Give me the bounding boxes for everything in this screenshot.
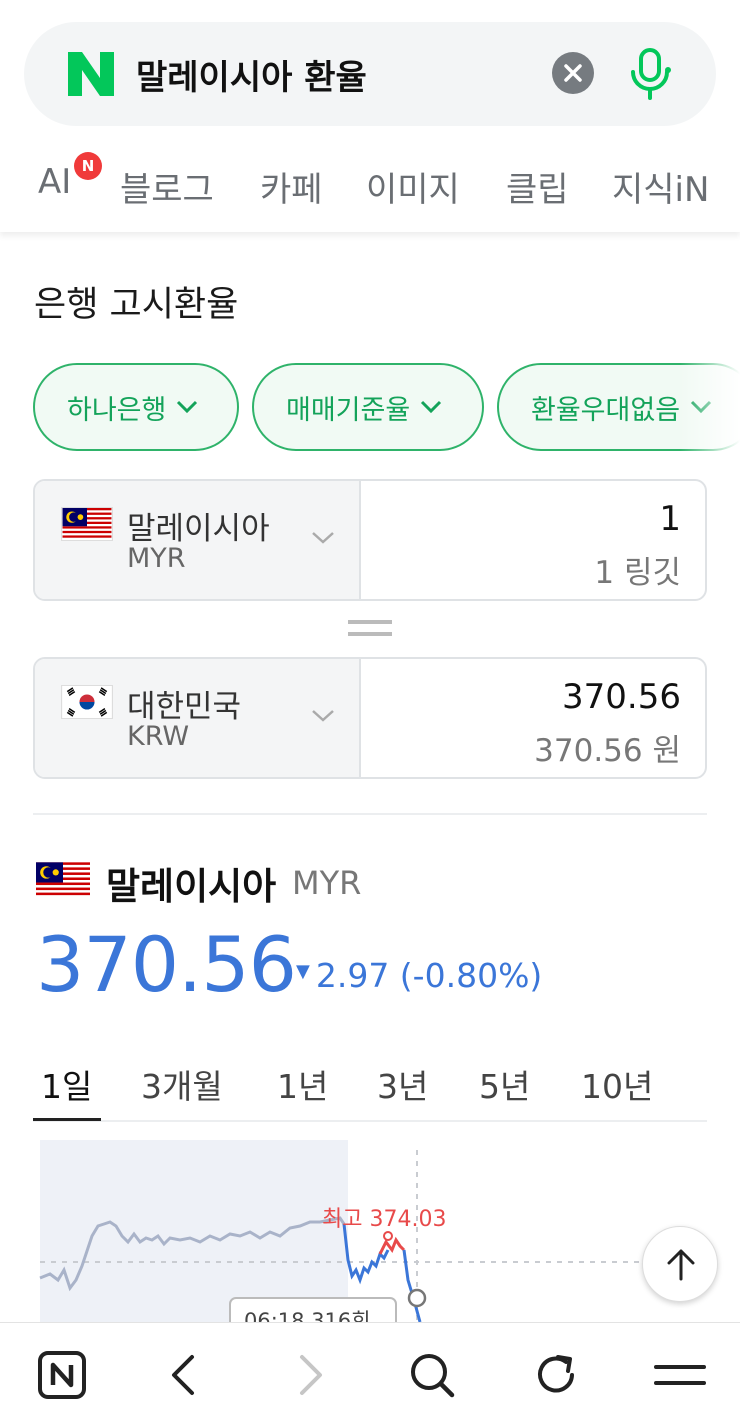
chevron-down-icon (421, 400, 442, 414)
period-tabs: 1일 3개월 1년 3년 5년 10년 (33, 1056, 707, 1122)
search-bar[interactable]: 말레이시아 환율 (24, 22, 716, 126)
search-icon[interactable] (404, 1347, 460, 1403)
chip-fade-overlay (680, 360, 740, 454)
equals-icon (348, 620, 392, 638)
tab-kin[interactable]: 지식iN (612, 162, 709, 211)
from-amount-text: 1 링깃 (594, 555, 681, 591)
to-currency-row: 대한민국 KRW 370.56 370.56 원 (33, 657, 707, 779)
forward-icon[interactable] (282, 1347, 338, 1403)
clear-search-button[interactable] (552, 52, 594, 94)
period-tab-1d[interactable]: 1일 (41, 1060, 92, 1108)
from-currency-select[interactable]: 말레이시아 MYR (35, 481, 361, 599)
from-amount-input[interactable]: 1 (659, 499, 681, 539)
search-header: 말레이시아 환율 AI N 블로그 카페 이미지 클립 지식iN (0, 0, 740, 232)
tab-blog[interactable]: 블로그 (120, 162, 214, 211)
chevron-down-icon (312, 710, 334, 722)
from-currency-name: 말레이시아 (127, 511, 270, 547)
chart-line-high (378, 1236, 406, 1255)
chart-tooltip-text: 06:18 316회 (244, 1309, 371, 1322)
bank-filter-chip[interactable]: 하나은행 (33, 363, 239, 451)
microphone-icon[interactable] (628, 46, 672, 102)
search-query[interactable]: 말레이시아 환율 (136, 50, 367, 99)
search-tabs: AI N 블로그 카페 이미지 클립 지식iN (38, 152, 740, 211)
discount-filter-label: 환율우대없음 (531, 394, 681, 426)
to-currency-select[interactable]: 대한민국 KRW (35, 659, 361, 777)
chart-current-marker (407, 1288, 427, 1308)
period-tab-10y[interactable]: 10년 (581, 1060, 653, 1108)
section-title: 은행 고시환율 (34, 285, 239, 325)
scroll-to-top-button[interactable] (642, 1226, 718, 1302)
rate-chart[interactable]: 최고 374.03 06:18 316회 (0, 1140, 740, 1322)
from-currency-row: 말레이시아 MYR 1 1 링깃 (33, 479, 707, 601)
to-currency-name: 대한민국 (127, 689, 242, 725)
down-triangle-icon: ▼ (296, 961, 310, 982)
tab-ai-label: AI (38, 162, 72, 202)
rate-currency-code: MYR (292, 864, 362, 902)
menu-icon[interactable] (652, 1347, 708, 1403)
rate-value: 370.56 (36, 920, 297, 1009)
chart-shaded-region (40, 1140, 348, 1322)
arrow-up-icon (667, 1249, 695, 1281)
to-currency-code: KRW (127, 721, 190, 752)
malaysia-flag-icon (61, 507, 113, 541)
refresh-icon[interactable] (528, 1347, 584, 1403)
chart-high-marker (383, 1231, 393, 1241)
tab-image[interactable]: 이미지 (366, 162, 460, 211)
section-divider (33, 813, 707, 815)
bottom-navigation (0, 1322, 740, 1424)
new-badge: N (74, 152, 102, 180)
chart-high-label: 최고 374.03 (322, 1207, 446, 1232)
malaysia-flag-icon (36, 862, 90, 898)
rate-currency-name: 말레이시아 (106, 865, 277, 908)
naver-logo-icon[interactable] (64, 48, 118, 100)
tab-clip[interactable]: 클립 (506, 162, 569, 211)
period-tab-5y[interactable]: 5년 (479, 1060, 530, 1108)
rate-type-filter-chip[interactable]: 매매기준율 (252, 363, 484, 451)
bank-filter-label: 하나은행 (67, 394, 167, 426)
from-currency-code: MYR (127, 543, 186, 574)
active-tab-underline (33, 1118, 101, 1121)
period-tab-3y[interactable]: 3년 (377, 1060, 428, 1108)
back-icon[interactable] (156, 1347, 212, 1403)
rate-type-filter-label: 매매기준율 (286, 394, 411, 426)
rate-change-text: 2.97 (-0.80%) (315, 956, 543, 995)
home-icon[interactable] (34, 1347, 90, 1403)
close-icon (564, 64, 582, 82)
chevron-down-icon (177, 400, 198, 414)
tab-cafe[interactable]: 카페 (260, 162, 323, 211)
period-tab-1y[interactable]: 1년 (277, 1060, 328, 1108)
to-amount-input[interactable]: 370.56 (562, 677, 681, 717)
rate-change: ▼ 2.97 (-0.80%) (296, 956, 542, 995)
period-tab-3m[interactable]: 3개월 (141, 1060, 223, 1108)
tab-ai[interactable]: AI N (38, 152, 102, 202)
korea-flag-icon (61, 685, 113, 719)
chevron-down-icon (312, 532, 334, 544)
to-amount-text: 370.56 원 (534, 733, 681, 769)
